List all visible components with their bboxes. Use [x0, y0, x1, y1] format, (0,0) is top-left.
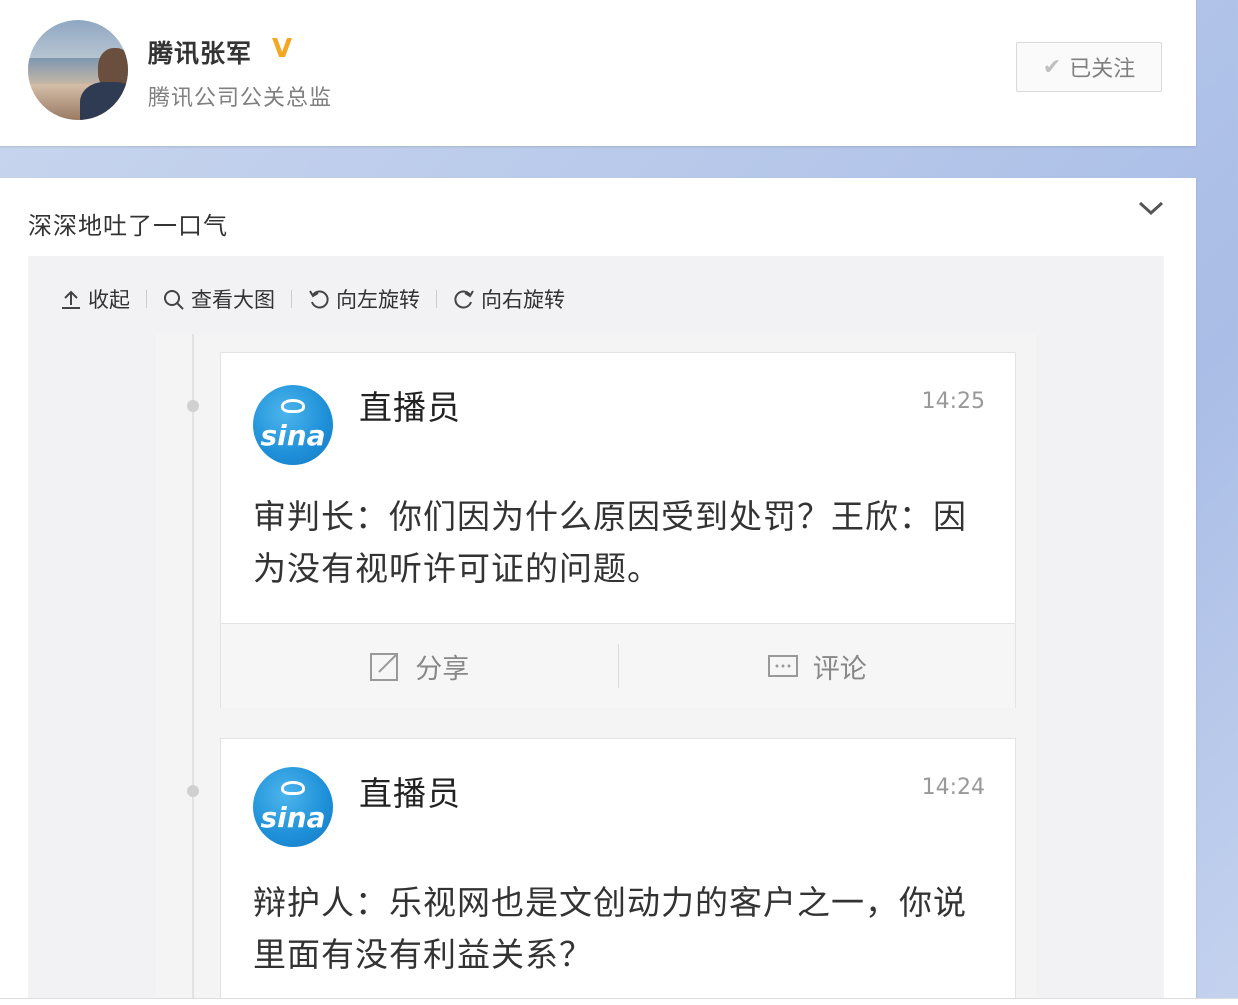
timeline-dot [187, 400, 199, 412]
image-viewer: 收起 查看大图 向左旋转 向右旋转 sina 直播员 14:25 审判长：你们因… [28, 256, 1164, 1004]
rotate-right-button[interactable]: 向右旋转 [453, 284, 565, 314]
view-large-label: 查看大图 [191, 288, 275, 312]
sina-logo: sina [253, 385, 333, 465]
post-card: 深深地吐了一口气 收起 查看大图 向左旋转 向右旋转 sina 直播员 14:2… [0, 178, 1196, 1004]
announcer-name: 直播员 [359, 774, 461, 813]
share-icon [370, 653, 399, 681]
check-icon: ✔ [1042, 54, 1062, 80]
toolbar-divider [436, 290, 437, 308]
follow-button[interactable]: ✔ 已关注 [1016, 42, 1162, 92]
view-large-button[interactable]: 查看大图 [163, 284, 275, 314]
live-actions: 分享 评论 [221, 623, 1015, 708]
comment-icon [767, 655, 798, 677]
toolbar-divider [291, 290, 292, 308]
sina-logo: sina [253, 767, 333, 847]
rotate-left-button[interactable]: 向左旋转 [308, 284, 420, 314]
follow-label: 已关注 [1069, 57, 1136, 82]
rotate-left-icon [309, 290, 329, 309]
live-text: 辩护人：乐视网也是文创动力的客户之一，你说里面有没有利益关系？ [253, 883, 967, 974]
search-icon [164, 290, 184, 310]
user-name[interactable]: 腾讯张军 [148, 34, 252, 70]
comment-label: 评论 [812, 653, 867, 685]
live-time: 14:25 [921, 389, 985, 414]
share-label: 分享 [415, 653, 470, 685]
avatar[interactable] [28, 20, 128, 120]
timeline-line [192, 334, 194, 1004]
post-image[interactable]: sina 直播员 14:25 审判长：你们因为什么原因受到处罚？王欣：因为没有视… [156, 334, 1036, 1004]
verified-icon: V [272, 34, 293, 64]
profile-card: 腾讯张军 V 腾讯公司公关总监 ✔ 已关注 [0, 0, 1196, 146]
live-time: 14:24 [921, 775, 985, 800]
user-title: 腾讯公司公关总监 [148, 86, 333, 111]
chevron-down-icon[interactable] [1136, 196, 1166, 220]
live-text: 审判长：你们因为什么原因受到处罚？王欣：因为没有视听许可证的问题。 [253, 497, 967, 588]
toolbar-divider [146, 290, 147, 308]
post-text: 深深地吐了一口气 [28, 212, 228, 240]
rotate-right-label: 向右旋转 [481, 288, 565, 312]
image-toolbar: 收起 查看大图 向左旋转 向右旋转 [60, 284, 565, 314]
timeline-dot [187, 785, 199, 797]
live-item: sina 直播员 14:25 审判长：你们因为什么原因受到处罚？王欣：因为没有视… [220, 352, 1016, 708]
live-item: sina 直播员 14:24 辩护人：乐视网也是文创动力的客户之一，你说里面有没… [220, 738, 1016, 1004]
share-button[interactable]: 分享 [221, 624, 618, 708]
comment-button[interactable]: 评论 [619, 624, 1016, 708]
rotate-left-label: 向左旋转 [336, 288, 420, 312]
announcer-name: 直播员 [359, 388, 461, 427]
collapse-label: 收起 [88, 288, 130, 312]
collapse-icon [62, 290, 80, 309]
rotate-right-icon [454, 290, 474, 309]
collapse-button[interactable]: 收起 [60, 284, 130, 314]
